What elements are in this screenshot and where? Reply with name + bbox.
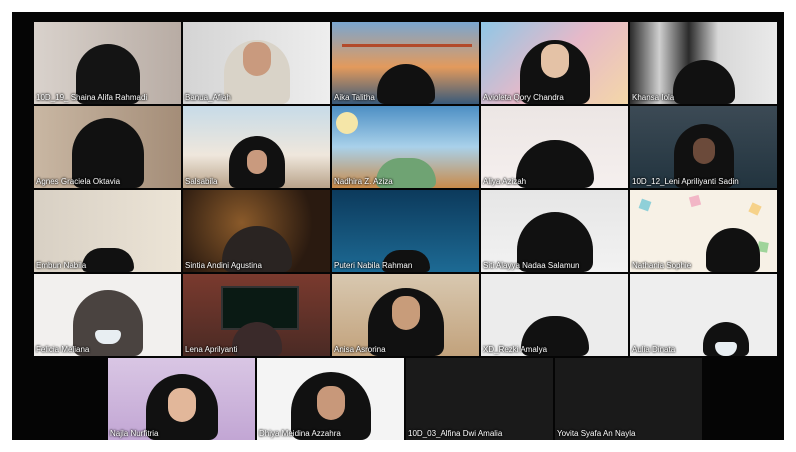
participant-video xyxy=(672,60,735,104)
participant-tile[interactable]: Felicia Meliana xyxy=(34,274,181,356)
participant-tile[interactable]: Lena Aprilyanti xyxy=(183,274,330,356)
participant-face xyxy=(540,44,569,78)
participant-tile[interactable]: 10D_03_Alfina Dwi Amalia xyxy=(406,358,553,440)
bridge-background xyxy=(342,44,472,47)
decor-square xyxy=(638,198,652,212)
participant-video xyxy=(515,140,594,188)
participant-name: Lena Aprilyanti xyxy=(185,345,238,354)
participant-name: Sintia Andini Agustina xyxy=(185,261,262,270)
participant-name: 10D_19_ Shaina Alifa Rahmadi xyxy=(36,93,148,102)
participant-tile[interactable]: XD_Rezki Amalya xyxy=(481,274,628,356)
participant-name: Dhiya Meidina Azzahra xyxy=(259,429,341,438)
participant-name: Agnes Graciela Oktavia xyxy=(36,177,121,186)
participant-name: Salsabila xyxy=(185,177,218,186)
participant-name: XD_Rezki Amalya xyxy=(483,345,548,354)
participant-tile[interactable]: Anisa Asrorina xyxy=(332,274,479,356)
participant-tile[interactable]: Dhiya Meidina Azzahra xyxy=(257,358,404,440)
participant-name: Embun Nabila xyxy=(36,261,87,270)
participant-face xyxy=(316,386,345,420)
participant-name: Nathania Sophie xyxy=(632,261,692,270)
decor-square xyxy=(688,194,702,208)
participant-name: Banua_Afiah xyxy=(185,93,231,102)
participant-face xyxy=(167,388,196,422)
participant-tile[interactable]: Salsabila xyxy=(183,106,330,188)
participant-name: Anisa Asrorina xyxy=(334,345,386,354)
participant-video xyxy=(705,228,760,272)
decor-square xyxy=(748,202,762,216)
participant-name: Aika Talitha xyxy=(334,93,375,102)
participant-tile[interactable]: Nadhira Z. Aziza xyxy=(332,106,479,188)
participant-face xyxy=(391,296,420,330)
participant-tile[interactable]: Sintia Andini Agustina xyxy=(183,190,330,272)
participant-tile[interactable]: Khansa Iola xyxy=(630,22,777,104)
participant-tile[interactable]: Yovita Syafa An Nayla xyxy=(555,358,702,440)
participant-name: Puteri Nabila Rahman xyxy=(334,261,413,270)
participant-tile[interactable]: Avioleta Qory Chandra xyxy=(481,22,628,104)
participant-tile[interactable]: Aika Talitha xyxy=(332,22,479,104)
participant-tile[interactable]: Agnes Graciela Oktavia xyxy=(34,106,181,188)
participant-tile[interactable]: Najla Nurfitria xyxy=(108,358,255,440)
participant-tile[interactable]: Aulia Dinata xyxy=(630,274,777,356)
participant-tile[interactable]: 10D_19_ Shaina Alifa Rahmadi xyxy=(34,22,181,104)
sun-background xyxy=(336,112,358,134)
participant-tile[interactable]: Aliya Azizah xyxy=(481,106,628,188)
participant-name: Yovita Syafa An Nayla xyxy=(557,429,636,438)
participant-name: Aliya Azizah xyxy=(483,177,527,186)
participant-face xyxy=(692,138,715,164)
participant-name: Avioleta Qory Chandra xyxy=(483,93,564,102)
participant-face xyxy=(246,150,267,174)
video-gallery-frame: 10D_19_ Shaina Alifa Rahmadi Banua_Afiah… xyxy=(12,12,784,440)
participant-name: Aulia Dinata xyxy=(632,345,676,354)
participant-tile[interactable]: Banua_Afiah xyxy=(183,22,330,104)
participant-tile[interactable]: Siti Alayya Nadaa Salamun xyxy=(481,190,628,272)
participant-name: Khansa Iola xyxy=(632,93,675,102)
participant-name: Felicia Meliana xyxy=(36,345,90,354)
participant-tile[interactable]: 10D_12_Leni Apriliyanti Sadin xyxy=(630,106,777,188)
participant-tile[interactable]: Embun Nabila xyxy=(34,190,181,272)
participant-mask xyxy=(94,330,121,344)
participant-face xyxy=(242,42,271,76)
participant-name: 10D_12_Leni Apriliyanti Sadin xyxy=(632,177,739,186)
participant-tile[interactable]: Puteri Nabila Rahman xyxy=(332,190,479,272)
participant-video xyxy=(376,64,435,104)
participant-grid: 10D_19_ Shaina Alifa Rahmadi Banua_Afiah… xyxy=(34,22,786,442)
participant-name: Najla Nurfitria xyxy=(110,429,159,438)
participant-name: 10D_03_Alfina Dwi Amalia xyxy=(408,429,503,438)
participant-tile[interactable]: Nathania Sophie xyxy=(630,190,777,272)
participant-name: Nadhira Z. Aziza xyxy=(334,177,393,186)
participant-name: Siti Alayya Nadaa Salamun xyxy=(483,261,580,270)
participant-video xyxy=(81,248,134,272)
